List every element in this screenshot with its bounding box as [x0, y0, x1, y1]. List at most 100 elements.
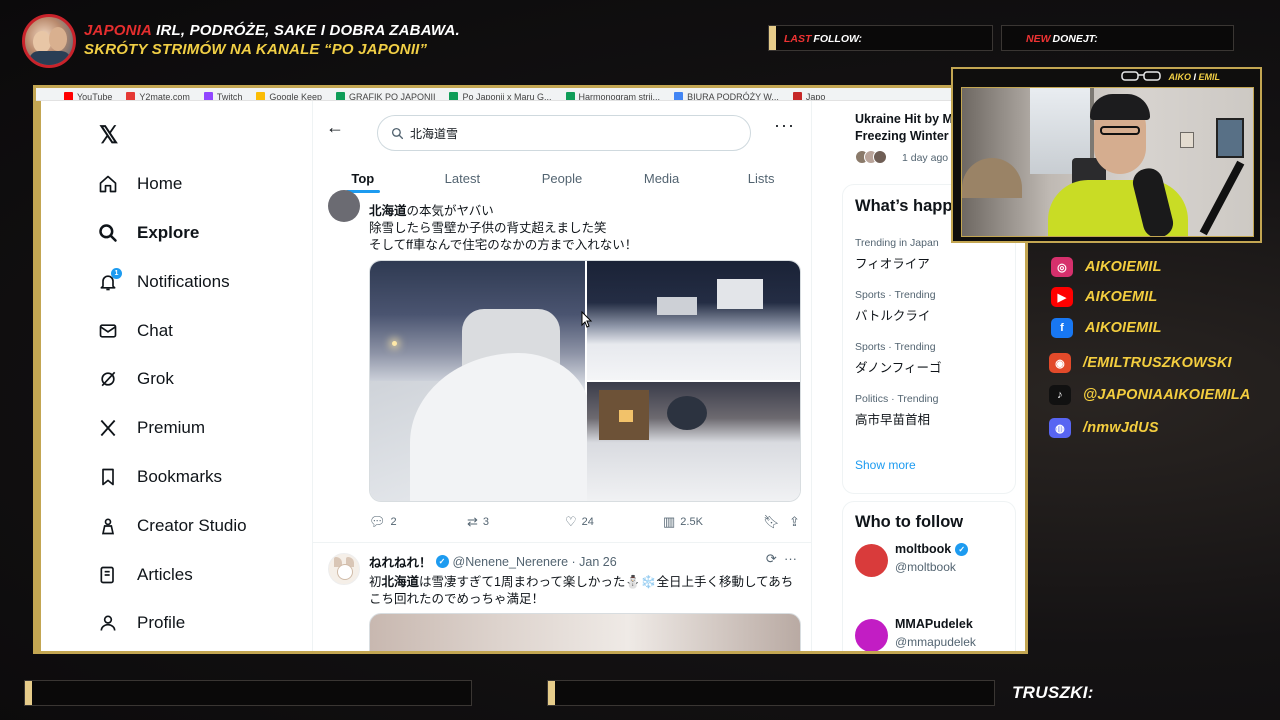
- bookmark-label: GRAFIK PO JAPONII: [348, 92, 436, 101]
- more-options-icon[interactable]: ···: [784, 551, 797, 566]
- tweet-media-grid[interactable]: [369, 260, 801, 502]
- nav-item-articles[interactable]: Articles: [97, 560, 193, 590]
- social-link[interactable]: ◍ /nmwJdUS: [1049, 418, 1159, 438]
- social-link[interactable]: ◉ /EMILTRUSZKOWSKI: [1049, 353, 1232, 373]
- search-icon: [391, 127, 404, 139]
- nav-item-explore[interactable]: Explore: [97, 218, 199, 248]
- nav-item-label: Grok: [137, 369, 174, 388]
- views-button[interactable]: ▥ 2.5K: [663, 514, 703, 530]
- nav-item-bookmarks[interactable]: Bookmarks: [97, 462, 222, 492]
- nav-item-label: Explore: [137, 223, 200, 242]
- tab-label: Lists: [747, 171, 775, 186]
- news-title-line1[interactable]: Ukraine Hit by Ma: [855, 112, 960, 126]
- show-more-link[interactable]: Show more: [855, 458, 916, 472]
- search-icon: [97, 222, 119, 244]
- social-link[interactable]: ◎ AIKOIEMIL: [1051, 257, 1162, 277]
- nav-item-label: Bookmarks: [137, 467, 223, 486]
- nav-item-premium[interactable]: Premium: [97, 413, 205, 443]
- social-link[interactable]: ▶ AIKOEMIL: [1051, 287, 1158, 307]
- follow-name[interactable]: MMAPudelek: [895, 617, 973, 631]
- tab-lists[interactable]: Lists: [711, 165, 811, 199]
- nav-item-home[interactable]: Home: [97, 169, 182, 199]
- news-avatars: [855, 150, 895, 166]
- bottom-bar-middle: [547, 680, 995, 706]
- mail-icon: [97, 320, 119, 342]
- like-count: 24: [581, 516, 594, 528]
- bookmark-favicon-icon: [203, 92, 213, 100]
- social-link-label: AIKOIEMIL: [1085, 259, 1162, 275]
- bookmark-tweet-button[interactable]: 🔖︎: [763, 514, 785, 530]
- share-button[interactable]: ⇪: [789, 514, 805, 530]
- trend-title[interactable]: バトルクライ: [855, 305, 930, 324]
- tweet2-author-name[interactable]: ねれねれ！: [369, 552, 432, 571]
- tweet-photo-1[interactable]: [370, 261, 590, 501]
- repost-button[interactable]: ⇄ 3: [467, 514, 489, 530]
- verified-badge-icon: ✓: [955, 542, 969, 556]
- tab-media[interactable]: Media: [612, 165, 712, 199]
- x-logo-icon[interactable]: 𝕏: [99, 121, 118, 150]
- bookmark-item[interactable]: BIURA PODRÓŻY W...: [674, 92, 779, 100]
- tweet2-date[interactable]: · Jan 26: [572, 555, 617, 569]
- tweet2-tools: ⟳ ···: [766, 551, 797, 567]
- trend-title[interactable]: 高市早苗首相: [855, 409, 930, 428]
- bookmark-item[interactable]: GRAFIK PO JAPONII: [335, 92, 436, 101]
- follow-name[interactable]: moltbook ✓: [895, 542, 972, 556]
- social-link[interactable]: ♪ @JAPONIAAIKOIEMILA: [1049, 385, 1251, 405]
- follow-avatar[interactable]: [855, 544, 888, 577]
- tweet-avatar[interactable]: [328, 190, 360, 222]
- nav-item-grok[interactable]: Grok: [97, 364, 174, 394]
- verified-badge-icon: ✓: [435, 555, 449, 568]
- bookmark-item[interactable]: Japo: [792, 92, 826, 101]
- bookmark-label: Google Keep: [269, 92, 322, 101]
- bookmark-item[interactable]: Harmonogram strii...: [565, 92, 660, 100]
- stream-layout: JAPONIA IRL, PODRÓŻE, SAKE I DOBRA ZABAWA…: [0, 0, 1280, 720]
- nav-item-creator-studio[interactable]: Creator Studio: [97, 511, 247, 541]
- cam-tag-right: EMIL: [1198, 72, 1221, 82]
- news-title-line2[interactable]: Freezing Winter: [855, 129, 949, 143]
- nav-item-label: Chat: [137, 321, 173, 340]
- new-donation-box: NEW DONEJT:: [1001, 25, 1234, 51]
- bookmark-item[interactable]: Google Keep: [256, 92, 322, 101]
- tweet2-avatar[interactable]: [328, 553, 360, 585]
- tweet2-handle[interactable]: @Nenene_Nerenere: [453, 555, 569, 569]
- tweet-actions: 💬︎ 2 ⇄ 3 ♡ 24 ▥ 2.5K 🔖︎ ⇪: [369, 514, 801, 532]
- nav-item-notifications[interactable]: 1 Notifications: [97, 267, 230, 297]
- more-options-icon[interactable]: ···: [774, 115, 795, 136]
- browser-capture: YouTube Y2mate.com Twitch Google Keep GRAFIK…: [33, 85, 1028, 654]
- trend-title[interactable]: ダノンフィーゴ: [855, 357, 942, 376]
- tab-people[interactable]: People: [512, 165, 612, 199]
- bookmark-favicon-icon: [449, 92, 459, 100]
- follow-handle: @moltbook: [895, 560, 956, 574]
- bookmark-favicon-icon: [256, 92, 266, 100]
- heart-icon: ♡: [565, 514, 577, 529]
- like-button[interactable]: ♡ 24: [565, 514, 594, 530]
- search-input[interactable]: 北海道雪: [377, 115, 751, 151]
- back-arrow-icon[interactable]: ←: [326, 117, 344, 138]
- mouse-cursor-icon: [581, 311, 593, 328]
- grok-icon[interactable]: ⟳: [766, 551, 777, 566]
- bookmark-item[interactable]: YouTube: [64, 92, 112, 100]
- bookmark-item[interactable]: Po Japonii x Maru G...: [449, 92, 552, 100]
- nav-item-label: Articles: [137, 565, 193, 584]
- trend-title[interactable]: フィオライア: [855, 253, 930, 272]
- tab-top[interactable]: Top: [313, 165, 413, 199]
- trend-meta: Trending in Japan: [855, 237, 939, 249]
- follow-avatar[interactable]: [855, 619, 888, 651]
- nav-item-chat[interactable]: Chat: [97, 316, 173, 346]
- bookmark-item[interactable]: Twitch: [203, 92, 242, 100]
- bookmark-item[interactable]: Y2mate.com: [126, 92, 190, 100]
- social-link-label: /nmwJdUS: [1083, 420, 1159, 436]
- bookmarks-bar: YouTube Y2mate.com Twitch Google Keep GRAFIK…: [36, 88, 1025, 101]
- tweet-photo-3[interactable]: [587, 382, 800, 501]
- nav-item-profile[interactable]: Profile: [97, 608, 185, 638]
- articles-icon: [97, 564, 119, 586]
- tweet-text-span: の本気がヤバい: [406, 204, 494, 218]
- social-link-label: @JAPONIAAIKOIEMILA: [1083, 387, 1251, 403]
- reply-button[interactable]: 💬︎ 2: [369, 514, 397, 530]
- tweet-photo-2[interactable]: [587, 261, 800, 380]
- bookmark-label: Japo: [805, 92, 826, 101]
- reply-icon: 💬︎: [369, 514, 386, 529]
- social-link[interactable]: f AIKOIEMIL: [1051, 318, 1162, 338]
- tweet2-photo[interactable]: [369, 613, 801, 651]
- tab-latest[interactable]: Latest: [413, 165, 513, 199]
